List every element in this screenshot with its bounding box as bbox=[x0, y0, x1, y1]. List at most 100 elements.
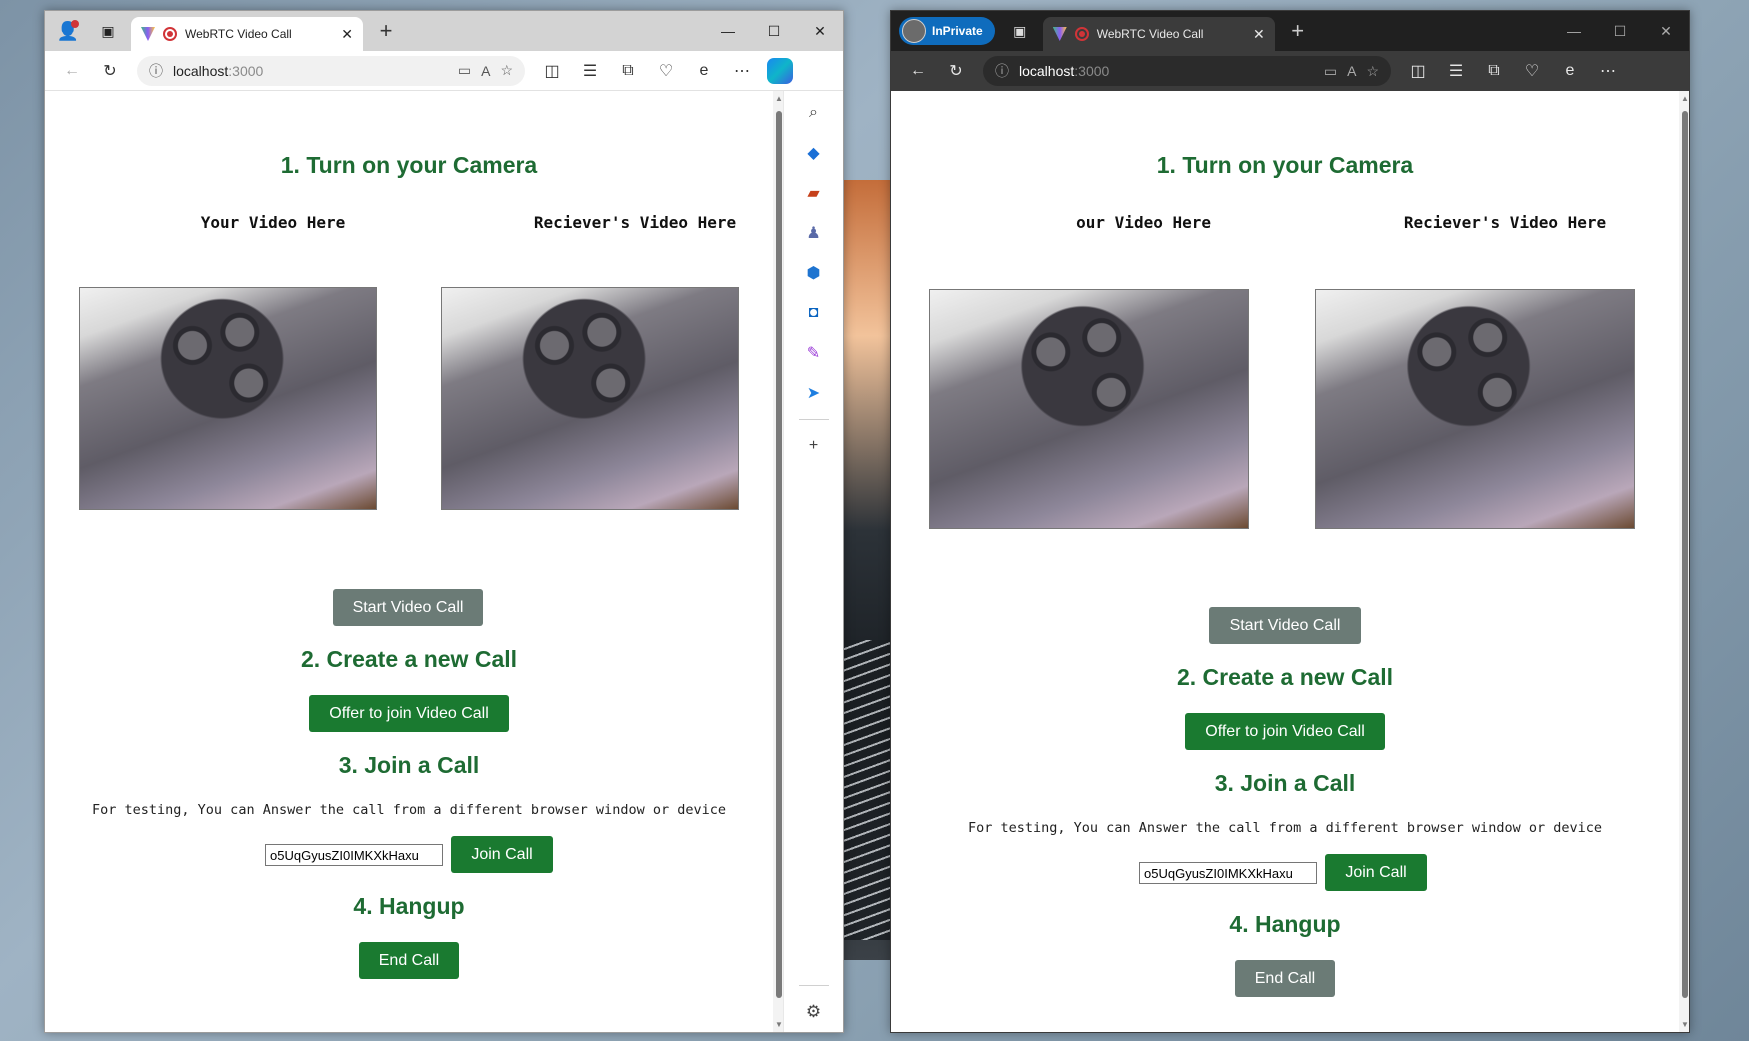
scroll-thumb[interactable] bbox=[1682, 111, 1688, 998]
offer-call-button[interactable]: Offer to join Video Call bbox=[1185, 713, 1385, 750]
start-video-call-button[interactable]: Start Video Call bbox=[333, 589, 483, 626]
window-controls: — ☐ ✕ bbox=[705, 11, 843, 51]
step4-heading: 4. Hangup bbox=[1229, 911, 1341, 937]
tab-bar: InPrivate ▣ WebRTC Video Call ✕ + — ☐ ✕ bbox=[891, 11, 1689, 51]
collections-icon[interactable]: ⧉ bbox=[1477, 56, 1511, 86]
testing-note: For testing, You can Answer the call fro… bbox=[968, 820, 1602, 836]
site-info-icon[interactable]: ⓘ bbox=[149, 61, 163, 81]
end-call-button[interactable]: End Call bbox=[1235, 960, 1335, 997]
tab-close-icon[interactable]: ✕ bbox=[1253, 26, 1265, 43]
edge-sidebar: ⌕ ◆ ▰ ♟ ⬢ ◘ ✎ ➤ + ⚙ bbox=[783, 91, 843, 1032]
window-controls: — ☐ ✕ bbox=[1551, 11, 1689, 51]
refresh-icon[interactable]: ↻ bbox=[939, 56, 973, 86]
maximize-button[interactable]: ☐ bbox=[1597, 11, 1643, 51]
refresh-icon[interactable]: ↻ bbox=[93, 56, 127, 86]
read-aloud-icon[interactable]: A bbox=[1347, 63, 1356, 79]
address-bar[interactable]: ⓘ localhost:3000 ▭ A ☆ bbox=[983, 56, 1391, 86]
outlook-icon[interactable]: ◘ bbox=[799, 299, 829, 327]
url-text: localhost:3000 bbox=[173, 63, 448, 79]
ie-mode-icon[interactable]: e bbox=[687, 56, 721, 86]
local-video bbox=[929, 289, 1249, 529]
microsoft365-icon[interactable]: ⬢ bbox=[799, 259, 829, 287]
your-video-label: Your Video Here bbox=[200, 213, 346, 232]
browser-window-inprivate: InPrivate ▣ WebRTC Video Call ✕ + — ☐ ✕ … bbox=[890, 10, 1690, 1033]
ie-mode-icon[interactable]: e bbox=[1553, 56, 1587, 86]
step2-heading: 2. Create a new Call bbox=[300, 646, 518, 672]
sidebar-divider bbox=[798, 419, 829, 420]
tab-webrtc[interactable]: WebRTC Video Call ✕ bbox=[1042, 17, 1275, 51]
recording-icon bbox=[163, 27, 177, 41]
step4-heading: 4. Hangup bbox=[353, 893, 465, 919]
more-menu-icon[interactable]: ⋯ bbox=[1591, 56, 1625, 86]
maximize-button[interactable]: ☐ bbox=[751, 11, 797, 51]
toolbox-icon[interactable]: ▰ bbox=[799, 179, 829, 207]
favorite-star-icon[interactable]: ☆ bbox=[1366, 63, 1379, 80]
join-call-button[interactable]: Join Call bbox=[1325, 854, 1427, 891]
favorites-icon[interactable]: ☰ bbox=[1439, 56, 1473, 86]
your-video-label: our Video Here bbox=[1076, 213, 1211, 232]
browser-essentials-icon[interactable]: ♡ bbox=[649, 56, 683, 86]
tab-title: WebRTC Video Call bbox=[185, 27, 292, 41]
remote-video bbox=[1315, 289, 1635, 529]
camera-in-use-icon[interactable]: ▭ bbox=[1324, 63, 1337, 80]
url-port: :3000 bbox=[1074, 63, 1110, 79]
browser-window-normal: 👤 ▣ WebRTC Video Call ✕ + — ☐ ✕ ← ↻ ⓘ lo… bbox=[44, 10, 844, 1033]
page-content: 1. Turn on your Camera our Video Here Re… bbox=[891, 91, 1679, 1032]
tag-icon[interactable]: ◆ bbox=[799, 139, 829, 167]
scroll-down-icon[interactable]: ▼ bbox=[1679, 1020, 1689, 1029]
new-tab-button[interactable]: + bbox=[371, 18, 401, 44]
step1-heading: 1. Turn on your Camera bbox=[1156, 152, 1414, 178]
new-tab-button[interactable]: + bbox=[1283, 18, 1313, 44]
games-icon[interactable]: ♟ bbox=[799, 219, 829, 247]
close-window-button[interactable]: ✕ bbox=[797, 11, 843, 51]
designer-icon[interactable]: ✎ bbox=[799, 339, 829, 367]
split-screen-icon[interactable]: ◫ bbox=[535, 56, 569, 86]
search-icon[interactable]: ⌕ bbox=[799, 99, 829, 127]
profile-icon[interactable]: 👤 bbox=[53, 16, 83, 46]
navigation-toolbar: ← ↻ ⓘ localhost:3000 ▭ A ☆ ◫ ☰ ⧉ ♡ e ⋯ bbox=[891, 51, 1689, 91]
copilot-icon[interactable] bbox=[763, 56, 797, 86]
address-bar[interactable]: ⓘ localhost:3000 ▭ A ☆ bbox=[137, 55, 525, 86]
favorite-star-icon[interactable]: ☆ bbox=[500, 62, 513, 79]
sidebar-bottom-divider bbox=[798, 985, 829, 986]
end-call-button[interactable]: End Call bbox=[359, 942, 459, 979]
call-id-input[interactable] bbox=[265, 844, 443, 866]
read-aloud-icon[interactable]: A bbox=[481, 63, 490, 79]
vite-favicon-icon bbox=[1052, 27, 1067, 41]
minimize-button[interactable]: — bbox=[1551, 11, 1597, 51]
back-icon[interactable]: ← bbox=[55, 56, 89, 86]
avatar bbox=[902, 19, 926, 43]
tab-close-icon[interactable]: ✕ bbox=[341, 26, 353, 43]
step3-heading: 3. Join a Call bbox=[1214, 770, 1356, 796]
step3-heading: 3. Join a Call bbox=[338, 752, 480, 778]
call-id-input[interactable] bbox=[1139, 862, 1317, 884]
more-menu-icon[interactable]: ⋯ bbox=[725, 56, 759, 86]
step2-heading: 2. Create a new Call bbox=[1176, 664, 1394, 690]
start-video-call-button[interactable]: Start Video Call bbox=[1209, 607, 1361, 644]
navigation-toolbar: ← ↻ ⓘ localhost:3000 ▭ A ☆ ◫ ☰ ⧉ ♡ e ⋯ bbox=[45, 51, 843, 91]
favorites-icon[interactable]: ☰ bbox=[573, 56, 607, 86]
join-call-button[interactable]: Join Call bbox=[451, 836, 553, 873]
tab-actions-icon[interactable]: ▣ bbox=[1005, 16, 1035, 46]
back-icon[interactable]: ← bbox=[901, 56, 935, 86]
browser-essentials-icon[interactable]: ♡ bbox=[1515, 56, 1549, 86]
url-port: :3000 bbox=[228, 62, 264, 79]
tab-actions-icon[interactable]: ▣ bbox=[93, 16, 123, 46]
send-icon[interactable]: ➤ bbox=[799, 379, 829, 407]
add-icon[interactable]: + bbox=[799, 432, 829, 460]
scroll-thumb[interactable] bbox=[776, 111, 782, 998]
settings-icon[interactable]: ⚙ bbox=[806, 1002, 821, 1022]
close-window-button[interactable]: ✕ bbox=[1643, 11, 1689, 51]
page-scrollbar[interactable]: ▲ ▼ bbox=[1679, 91, 1689, 1032]
inprivate-badge[interactable]: InPrivate bbox=[899, 17, 995, 45]
wallpaper-wheel bbox=[843, 640, 893, 940]
tab-webrtc[interactable]: WebRTC Video Call ✕ bbox=[131, 17, 363, 51]
split-screen-icon[interactable]: ◫ bbox=[1401, 56, 1435, 86]
offer-call-button[interactable]: Offer to join Video Call bbox=[309, 695, 509, 732]
collections-icon[interactable]: ⧉ bbox=[611, 56, 645, 86]
site-info-icon[interactable]: ⓘ bbox=[995, 61, 1009, 81]
minimize-button[interactable]: — bbox=[705, 11, 751, 51]
camera-in-use-icon[interactable]: ▭ bbox=[458, 62, 471, 79]
tab-bar: 👤 ▣ WebRTC Video Call ✕ + — ☐ ✕ bbox=[45, 11, 843, 51]
scroll-up-icon[interactable]: ▲ bbox=[1679, 94, 1689, 103]
